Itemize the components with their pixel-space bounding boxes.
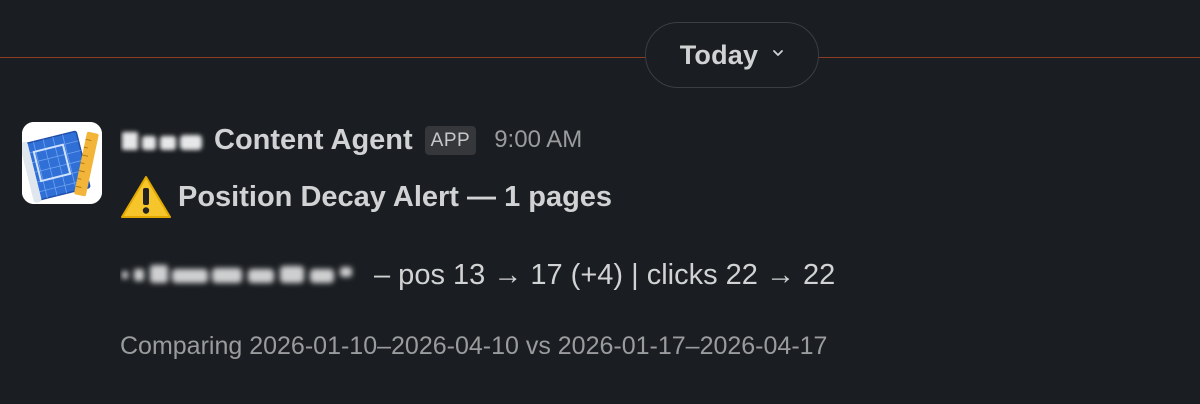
position-change-text: – pos 13 → 17 (+4) | clicks 22 → 22 <box>374 258 836 291</box>
redacted-page-link[interactable] <box>120 259 360 291</box>
message-timestamp[interactable]: 9:00 AM <box>494 126 582 154</box>
app-badge: APP <box>424 125 477 155</box>
message-pane: Today Content Agent APP 9:00 AM Position… <box>0 0 1200 404</box>
comparison-row: Comparing 2026-01-10–2026-04-10 vs 2026-… <box>120 326 827 366</box>
sender-name[interactable]: Content Agent <box>214 124 413 157</box>
alert-title: Position Decay Alert — 1 pages <box>178 180 613 213</box>
comparison-range-text: Comparing 2026-01-10–2026-04-10 vs 2026-… <box>120 331 828 360</box>
date-jump-button[interactable]: Today <box>645 22 819 88</box>
blueprint-ruler-icon <box>22 122 102 204</box>
chevron-down-icon <box>773 50 784 56</box>
date-divider-line <box>0 57 1200 58</box>
message-header: Content Agent APP 9:00 AM <box>120 120 582 160</box>
redaction-blur-shape <box>122 132 202 150</box>
warning-icon <box>121 176 171 218</box>
date-divider-label: Today <box>679 39 759 70</box>
sender-avatar[interactable] <box>22 122 102 204</box>
redaction-blur-shape <box>122 265 352 283</box>
redacted-sender-prefix <box>120 126 206 154</box>
alert-detail-row: – pos 13 → 17 (+4) | clicks 22 → 22 <box>120 254 835 296</box>
alert-title-row: Position Decay Alert — 1 pages <box>120 174 612 220</box>
